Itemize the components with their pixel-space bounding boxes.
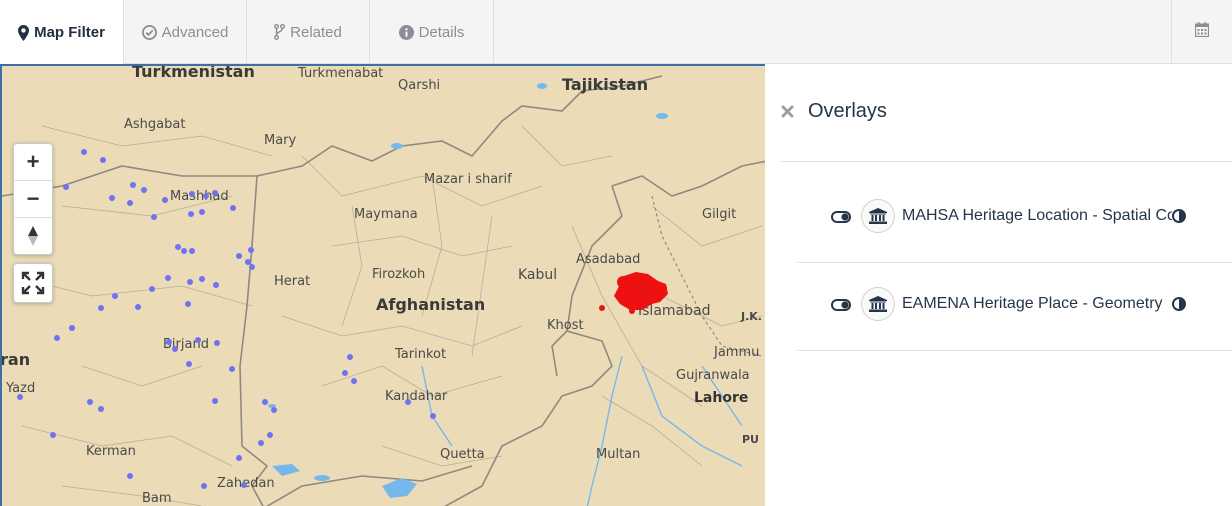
site-marker [214, 340, 220, 346]
site-marker [17, 394, 23, 400]
calendar-button[interactable] [1171, 0, 1232, 64]
zoom-out-button[interactable]: − [14, 181, 52, 218]
site-marker [185, 301, 191, 307]
fullscreen-button[interactable] [13, 263, 53, 303]
adjust-icon[interactable] [1172, 297, 1186, 311]
overlay-label: EAMENA Heritage Place - Geometry [902, 295, 1163, 312]
site-marker [245, 259, 251, 265]
site-marker [241, 482, 247, 488]
compass-icon [28, 226, 38, 246]
site-marker [342, 370, 348, 376]
site-marker [189, 248, 195, 254]
calendar-icon [1194, 22, 1210, 42]
overlays-header: Overlays [781, 100, 887, 123]
site-marker [201, 483, 207, 489]
site-marker [230, 205, 236, 211]
divider [797, 350, 1232, 351]
site-marker [63, 184, 69, 190]
site-marker [151, 214, 157, 220]
site-marker [81, 149, 87, 155]
site-marker [195, 337, 201, 343]
site-marker [175, 244, 181, 250]
site-marker [127, 473, 133, 479]
site-marker [212, 398, 218, 404]
tab-details[interactable]: Details [370, 0, 494, 64]
site-marker [127, 200, 133, 206]
site-marker [213, 282, 219, 288]
site-marker [50, 432, 56, 438]
site-marker [347, 354, 353, 360]
info-circle-icon [398, 24, 414, 40]
tab-related[interactable]: Related [247, 0, 370, 64]
site-marker [166, 339, 172, 345]
site-marker [162, 197, 168, 203]
overlay-row: MAHSA Heritage Location - Spatial Coordi… [831, 196, 1191, 236]
site-marker [203, 193, 209, 199]
code-fork-icon [274, 24, 286, 40]
map-marker-layer [17, 149, 668, 489]
site-marker [236, 253, 242, 259]
compass-button[interactable] [14, 218, 52, 254]
site-marker [69, 325, 75, 331]
site-marker [351, 378, 357, 384]
overlay-row: EAMENA Heritage Place - Geometry [831, 284, 1191, 324]
overlay-label: MAHSA Heritage Location - Spatial Coordi… [902, 207, 1172, 224]
site-marker [199, 276, 205, 282]
site-marker [236, 455, 242, 461]
site-marker [98, 305, 104, 311]
site-marker [248, 247, 254, 253]
site-marker [262, 399, 268, 405]
site-marker [87, 399, 93, 405]
site-marker [189, 191, 195, 197]
site-marker [141, 187, 147, 193]
heritage-cluster [599, 272, 668, 314]
site-marker [112, 293, 118, 299]
tab-label: Details [418, 23, 465, 41]
institution-icon [861, 199, 895, 233]
site-marker [186, 361, 192, 367]
site-marker [98, 406, 104, 412]
tab-label: Related [290, 23, 342, 41]
map-view[interactable]: Turkmenistan Turkmenabat Qarshi Tajikist… [0, 64, 765, 506]
map-marker-icon [18, 24, 30, 41]
site-marker [188, 211, 194, 217]
site-marker [249, 264, 255, 270]
tab-bar: Map Filter Advanced Related Details [0, 0, 1232, 65]
site-marker [172, 346, 178, 352]
site-marker [109, 195, 115, 201]
tab-map-filter[interactable]: Map Filter [0, 0, 124, 65]
site-marker [130, 182, 136, 188]
overlays-title: Overlays [808, 100, 887, 122]
divider [797, 262, 1232, 263]
expand-icon [21, 271, 45, 295]
check-circle-icon [141, 24, 157, 40]
divider [780, 161, 1232, 162]
tab-label: Advanced [161, 23, 229, 41]
toggle-icon[interactable] [831, 210, 851, 223]
site-marker [54, 335, 60, 341]
site-marker [271, 407, 277, 413]
site-marker [100, 157, 106, 163]
site-marker [229, 366, 235, 372]
institution-icon [861, 287, 895, 321]
close-icon[interactable] [781, 105, 794, 118]
zoom-in-button[interactable]: + [14, 144, 52, 181]
site-marker [181, 248, 187, 254]
tab-label: Map Filter [34, 24, 105, 41]
tab-advanced[interactable]: Advanced [124, 0, 247, 64]
site-marker [199, 209, 205, 215]
site-marker [430, 413, 436, 419]
toggle-icon[interactable] [831, 298, 851, 311]
site-marker [165, 275, 171, 281]
map-zoom-controls: + − [13, 143, 53, 255]
adjust-icon[interactable] [1172, 209, 1186, 223]
site-marker [187, 279, 193, 285]
site-marker [267, 432, 273, 438]
overlays-panel: Overlays MAHSA Heritage Location - Spati… [765, 64, 1232, 506]
site-marker [149, 286, 155, 292]
site-marker [212, 190, 218, 196]
site-marker [135, 304, 141, 310]
site-marker [258, 440, 264, 446]
site-marker [405, 399, 411, 405]
